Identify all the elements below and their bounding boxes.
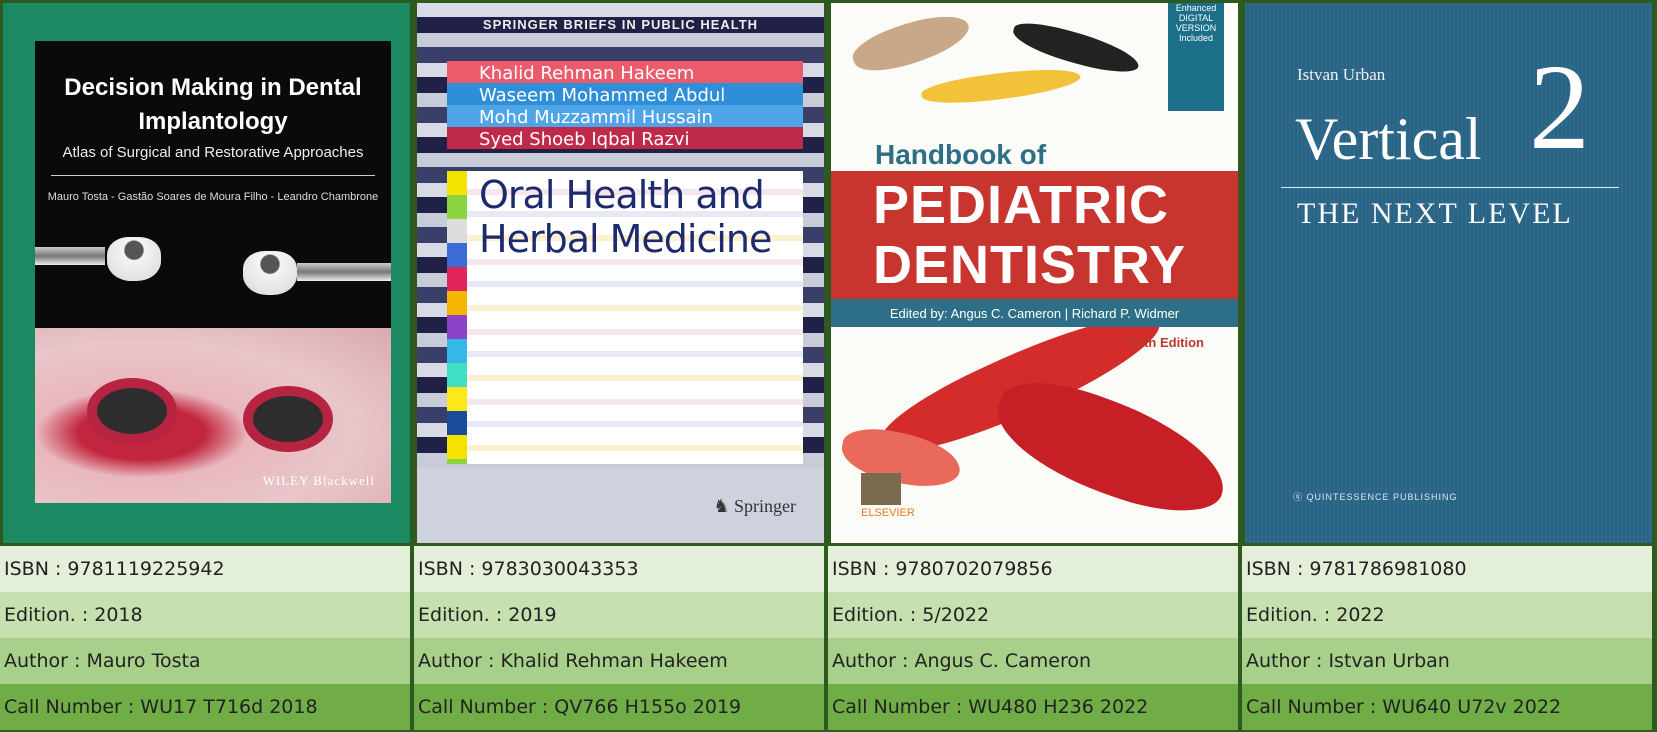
cover-series: SPRINGER BRIEFS IN PUBLIC HEALTH <box>482 17 759 32</box>
book-grid: Decision Making in Dental Implantology A… <box>0 0 1657 732</box>
book-card: Istvan Urban Vertical 2 THE NEXT LEVEL ⓠ… <box>1242 0 1656 732</box>
cover-handbook: Handbook of <box>875 139 1047 170</box>
cover-subtitle: Atlas of Surgical and Restorative Approa… <box>62 144 364 161</box>
cover-author: Mohd Muzzammil Hussain <box>479 107 713 128</box>
cover-author: Syed Shoeb Iqbal Razvi <box>479 129 690 150</box>
cover-title: Oral Health and Herbal Medicine <box>479 173 772 261</box>
author-field: Author : Khalid Rehman Hakeem <box>414 638 824 684</box>
cover-editors: Edited by: Angus C. Cameron | Richard P.… <box>831 299 1238 327</box>
publisher-logo: WILEY Blackwell <box>262 473 375 488</box>
elsevier-tree-icon <box>861 473 901 505</box>
book-cover-image[interactable]: Istvan Urban Vertical 2 THE NEXT LEVEL ⓠ… <box>1245 3 1652 543</box>
cover-authors: Mauro Tosta - Gastão Soares de Moura Fil… <box>47 191 379 203</box>
book-cover-image[interactable]: Enhanced DIGITAL VERSION Included Handbo… <box>831 3 1238 543</box>
call-number-field: Call Number : WU17 T716d 2018 <box>0 684 410 730</box>
edition-field: Edition. : 5/2022 <box>828 592 1238 638</box>
cover-edition: Fifth Edition <box>1128 335 1204 350</box>
call-number-field: Call Number : QV766 H155o 2019 <box>414 684 824 730</box>
book-cover-image[interactable]: SPRINGER BRIEFS IN PUBLIC HEALTH Khalid … <box>417 3 824 543</box>
call-number-field: Call Number : WU480 H236 2022 <box>828 684 1238 730</box>
quintessence-icon: ⓠ <box>1293 492 1307 502</box>
edition-field: Edition. : 2022 <box>1242 592 1652 638</box>
call-number-field: Call Number : WU640 U72v 2022 <box>1242 684 1652 730</box>
publisher-logo: ELSEVIER <box>861 473 915 519</box>
cover-title: Decision Making in Dental Implantology <box>64 74 362 135</box>
publisher-logo: ♞ Springer <box>713 496 796 516</box>
edition-field: Edition. : 2019 <box>414 592 824 638</box>
springer-horse-icon: ♞ <box>713 496 734 516</box>
cover-author: Waseem Mohammed Abdul <box>479 85 726 106</box>
cover-subtitle: THE NEXT LEVEL <box>1297 197 1573 230</box>
isbn-field: ISBN : 9781119225942 <box>0 546 410 592</box>
cover-author: Istvan Urban <box>1297 65 1386 84</box>
cover-title-number: 2 <box>1529 40 1590 175</box>
book-cover-image[interactable]: Decision Making in Dental Implantology A… <box>3 3 410 543</box>
book-card: Decision Making in Dental Implantology A… <box>0 0 414 732</box>
publisher-logo: ⓠ QUINTESSENCE PUBLISHING <box>1293 492 1458 502</box>
edition-field: Edition. : 2018 <box>0 592 410 638</box>
digital-version-badge: Enhanced DIGITAL VERSION Included <box>1168 3 1224 111</box>
isbn-field: ISBN : 9781786981080 <box>1242 546 1652 592</box>
book-card: SPRINGER BRIEFS IN PUBLIC HEALTH Khalid … <box>414 0 828 732</box>
isbn-field: ISBN : 9780702079856 <box>828 546 1238 592</box>
cover-title: PEDIATRIC DENTISTRY <box>873 175 1187 295</box>
author-field: Author : Istvan Urban <box>1242 638 1652 684</box>
cover-author: Khalid Rehman Hakeem <box>479 63 695 84</box>
cover-title: Vertical <box>1295 106 1482 172</box>
book-card: Enhanced DIGITAL VERSION Included Handbo… <box>828 0 1242 732</box>
author-field: Author : Mauro Tosta <box>0 638 410 684</box>
author-field: Author : Angus C. Cameron <box>828 638 1238 684</box>
isbn-field: ISBN : 9783030043353 <box>414 546 824 592</box>
